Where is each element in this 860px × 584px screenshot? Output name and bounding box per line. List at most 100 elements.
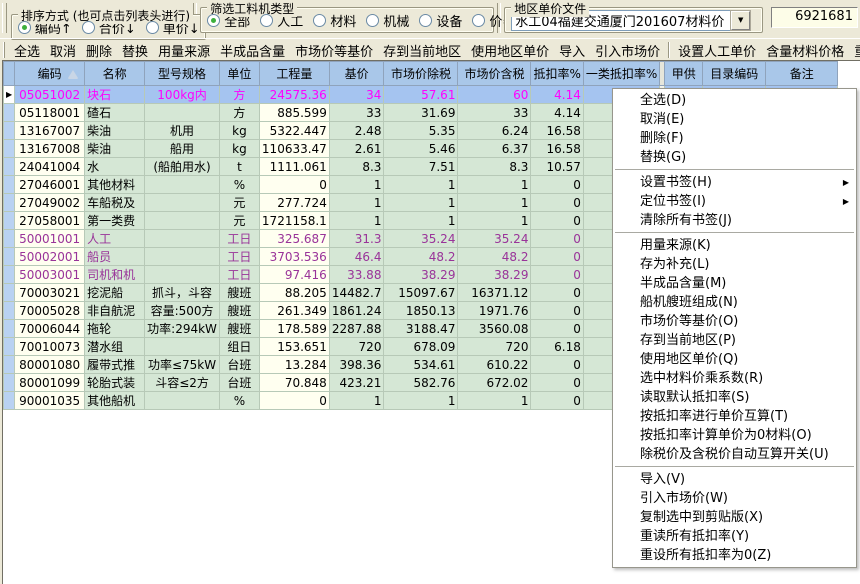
cell[interactable] bbox=[145, 230, 220, 248]
column-header-2[interactable]: 名称 bbox=[85, 62, 145, 86]
cell[interactable]: 块石 bbox=[85, 86, 145, 104]
cell[interactable]: 15097.67 bbox=[384, 284, 458, 302]
cell[interactable]: 台班 bbox=[219, 374, 259, 392]
cell[interactable]: 方 bbox=[219, 104, 259, 122]
cell[interactable]: 16371.12 bbox=[458, 284, 531, 302]
row-selector[interactable] bbox=[4, 158, 15, 176]
column-header-5[interactable]: 工程量 bbox=[259, 62, 329, 86]
cell[interactable]: 柴油 bbox=[85, 140, 145, 158]
cell[interactable]: 4.14 bbox=[531, 86, 583, 104]
menu-item-20[interactable]: 除税价及含税价自动互算开关(U) bbox=[613, 445, 856, 464]
cell[interactable]: 885.599 bbox=[259, 104, 329, 122]
cell[interactable]: 0 bbox=[531, 230, 583, 248]
toolbar-button-2[interactable]: 删除 bbox=[81, 40, 117, 61]
cell[interactable]: 1 bbox=[458, 392, 531, 410]
cell[interactable]: 46.4 bbox=[329, 248, 384, 266]
cell[interactable] bbox=[145, 176, 220, 194]
cell[interactable]: 轮胎式装 bbox=[85, 374, 145, 392]
cell[interactable]: 48.2 bbox=[458, 248, 531, 266]
menu-item-12[interactable]: 船机艘班组成(N) bbox=[613, 293, 856, 312]
row-selector[interactable] bbox=[4, 194, 15, 212]
menu-item-25[interactable]: 重读所有抵扣率(Y) bbox=[613, 527, 856, 546]
menu-item-19[interactable]: 按抵扣率计算单价为0材料(O) bbox=[613, 426, 856, 445]
cell[interactable]: 24041004 bbox=[15, 158, 85, 176]
cell[interactable]: 1861.24 bbox=[329, 302, 384, 320]
cell[interactable]: 70005028 bbox=[15, 302, 85, 320]
cell[interactable]: 8.3 bbox=[458, 158, 531, 176]
row-selector[interactable] bbox=[4, 320, 15, 338]
cell[interactable]: 工日 bbox=[219, 266, 259, 284]
menu-item-24[interactable]: 复制选中到剪贴版(X) bbox=[613, 508, 856, 527]
radio-filter-equipment[interactable]: 设备 bbox=[419, 11, 462, 30]
row-selector[interactable] bbox=[4, 266, 15, 284]
row-selector[interactable] bbox=[4, 392, 15, 410]
cell[interactable]: 2287.88 bbox=[329, 320, 384, 338]
cell[interactable]: 153.651 bbox=[259, 338, 329, 356]
cell[interactable]: 10.57 bbox=[531, 158, 583, 176]
cell[interactable]: 178.589 bbox=[259, 320, 329, 338]
cell[interactable]: 挖泥船 bbox=[85, 284, 145, 302]
current-row-arrow-icon[interactable]: ▶ bbox=[4, 86, 15, 104]
cell[interactable]: 0 bbox=[531, 374, 583, 392]
toolbar-button-10[interactable]: 引入市场价 bbox=[590, 40, 665, 61]
cell[interactable]: 1721158.1 bbox=[259, 212, 329, 230]
column-header-9[interactable]: 抵扣率% bbox=[531, 62, 583, 86]
cell[interactable]: % bbox=[219, 176, 259, 194]
cell[interactable]: 31.69 bbox=[384, 104, 458, 122]
column-header-12[interactable]: 甲供 bbox=[665, 62, 703, 86]
cell[interactable] bbox=[145, 248, 220, 266]
cell[interactable]: 27049002 bbox=[15, 194, 85, 212]
cell[interactable]: 工日 bbox=[219, 230, 259, 248]
chevron-down-icon[interactable]: ▼ bbox=[731, 11, 750, 30]
cell[interactable]: 16.58 bbox=[531, 140, 583, 158]
toolbar-button-6[interactable]: 市场价等基价 bbox=[290, 40, 378, 61]
cell[interactable]: 50002001 bbox=[15, 248, 85, 266]
row-selector[interactable] bbox=[4, 302, 15, 320]
row-selector[interactable] bbox=[4, 374, 15, 392]
column-header-8[interactable]: 市场价含税 bbox=[458, 62, 531, 86]
row-selector[interactable] bbox=[4, 338, 15, 356]
cell[interactable]: 1 bbox=[329, 392, 384, 410]
cell[interactable]: 5322.447 bbox=[259, 122, 329, 140]
cell[interactable]: 3703.536 bbox=[259, 248, 329, 266]
menu-item-22[interactable]: 导入(V) bbox=[613, 470, 856, 489]
cell[interactable]: 35.24 bbox=[458, 230, 531, 248]
row-selector[interactable] bbox=[4, 104, 15, 122]
menu-item-15[interactable]: 使用地区单价(Q) bbox=[613, 350, 856, 369]
cell[interactable]: 80001080 bbox=[15, 356, 85, 374]
cell[interactable]: 100kg内 bbox=[145, 86, 220, 104]
menu-item-9[interactable]: 用量来源(K) bbox=[613, 236, 856, 255]
menu-item-26[interactable]: 重设所有抵扣率为0(Z) bbox=[613, 546, 856, 565]
menu-item-23[interactable]: 引入市场价(W) bbox=[613, 489, 856, 508]
row-selector[interactable] bbox=[4, 248, 15, 266]
cell[interactable]: 潜水组 bbox=[85, 338, 145, 356]
column-header-0[interactable] bbox=[4, 62, 15, 86]
cell[interactable]: 1 bbox=[458, 194, 531, 212]
cell[interactable]: 其他船机 bbox=[85, 392, 145, 410]
cell[interactable]: 261.349 bbox=[259, 302, 329, 320]
cell[interactable]: 0 bbox=[259, 176, 329, 194]
column-header-4[interactable]: 单位 bbox=[219, 62, 259, 86]
cell[interactable]: kg bbox=[219, 122, 259, 140]
toolbar-gripper[interactable] bbox=[3, 42, 5, 58]
cell[interactable]: 27046001 bbox=[15, 176, 85, 194]
cell[interactable]: 方 bbox=[219, 86, 259, 104]
cell[interactable]: 1 bbox=[384, 194, 458, 212]
cell[interactable]: 1 bbox=[458, 212, 531, 230]
cell[interactable]: % bbox=[219, 392, 259, 410]
cell[interactable]: 35.24 bbox=[384, 230, 458, 248]
radio-filter-material[interactable]: 材料 bbox=[313, 11, 356, 30]
cell[interactable]: 车船税及 bbox=[85, 194, 145, 212]
cell[interactable] bbox=[145, 194, 220, 212]
cell[interactable]: 1971.76 bbox=[458, 302, 531, 320]
cell[interactable]: 人工 bbox=[85, 230, 145, 248]
cell[interactable]: 船用 bbox=[145, 140, 220, 158]
menu-item-6[interactable]: 定位书签(I)▶ bbox=[613, 192, 856, 211]
cell[interactable]: 0 bbox=[531, 284, 583, 302]
cell[interactable]: 5.46 bbox=[384, 140, 458, 158]
row-selector[interactable] bbox=[4, 122, 15, 140]
cell[interactable]: 司机和机 bbox=[85, 266, 145, 284]
column-header-6[interactable]: 基价 bbox=[329, 62, 384, 86]
cell[interactable]: 423.21 bbox=[329, 374, 384, 392]
cell[interactable]: 3560.08 bbox=[458, 320, 531, 338]
